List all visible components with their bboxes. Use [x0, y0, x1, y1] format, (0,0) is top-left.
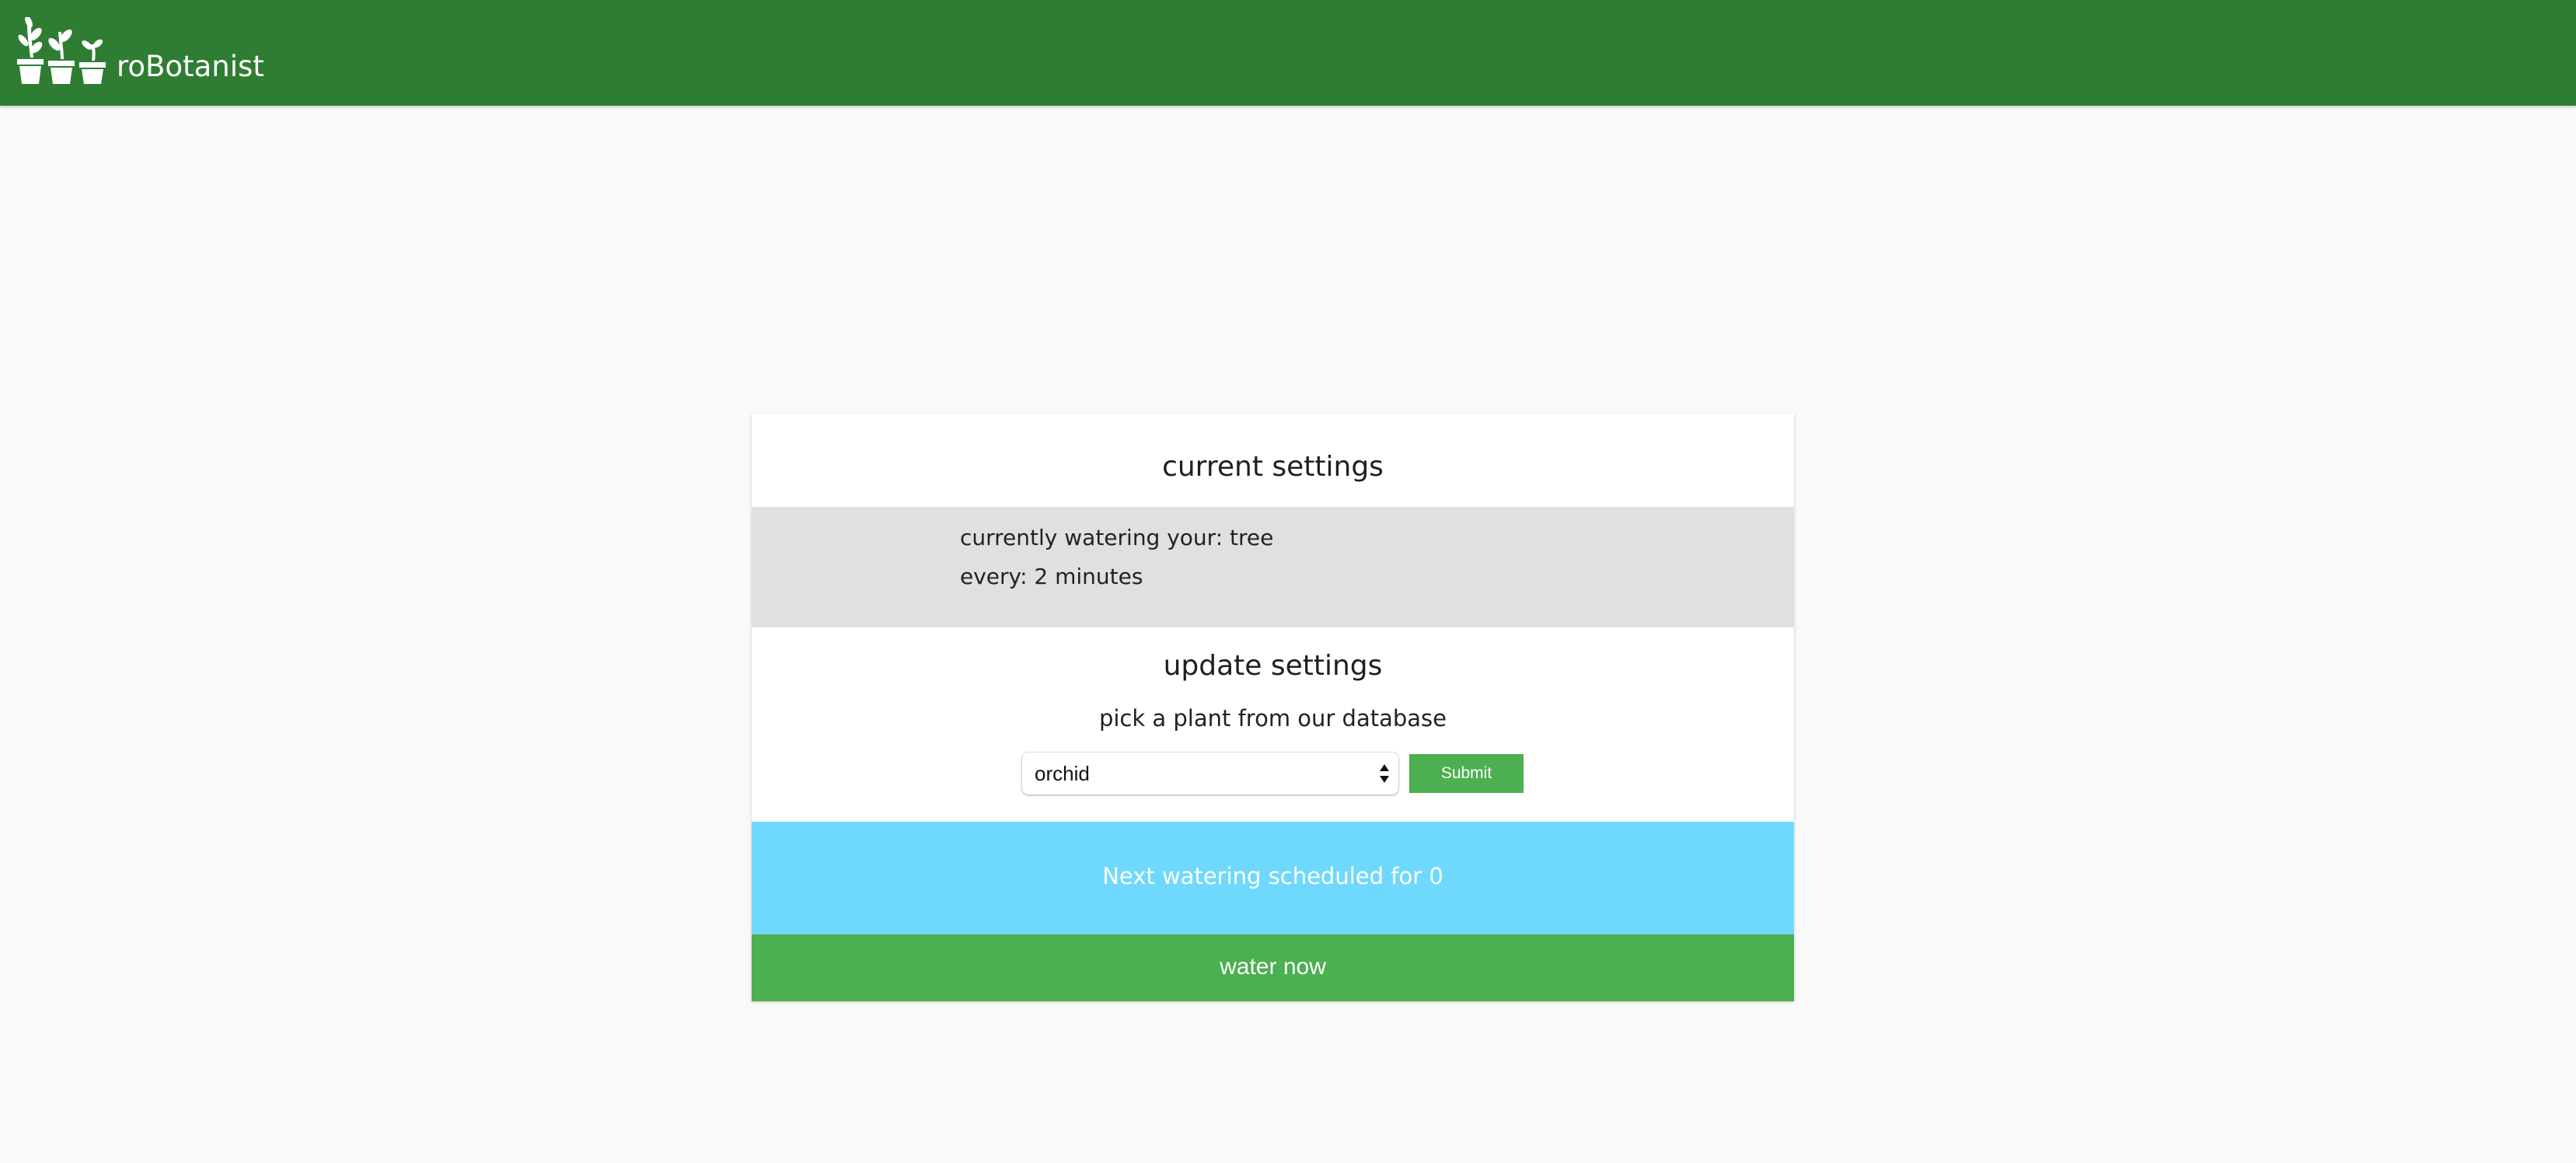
plant-picker-label: pick a plant from our database: [1098, 705, 1447, 732]
app-title: roBotanist: [117, 50, 264, 83]
water-now-button[interactable]: water now: [752, 934, 1794, 1001]
submit-button[interactable]: Submit: [1409, 754, 1524, 793]
up-down-arrow-icon: [1378, 761, 1391, 786]
selected-plant-value: orchid: [1035, 762, 1090, 785]
watering-interval-text: every: 2 minutes: [960, 564, 1143, 589]
watering-plant-text: currently watering your: tree: [960, 525, 1274, 550]
settings-card: current settings currently watering your…: [752, 414, 1794, 1001]
water-now-label: water now: [1220, 954, 1326, 980]
current-settings-title: current settings: [1162, 451, 1384, 483]
update-settings-title: update settings: [1163, 650, 1383, 682]
next-watering-text: Next watering scheduled for 0: [1102, 863, 1443, 889]
three-potted-plants-icon: [17, 16, 109, 84]
plant-select[interactable]: orchid: [1022, 753, 1398, 795]
current-settings-panel: currently watering your: tree every: 2 m…: [752, 507, 1794, 627]
top-navigation-bar: roBotanist: [0, 0, 2576, 106]
next-watering-banner: Next watering scheduled for 0: [752, 822, 1794, 934]
